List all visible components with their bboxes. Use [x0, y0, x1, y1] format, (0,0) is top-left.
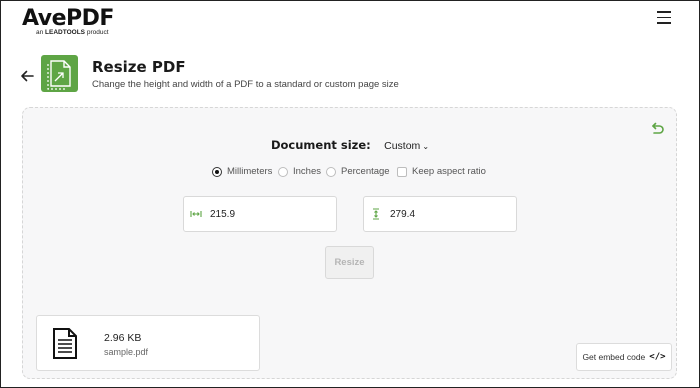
keep-aspect-ratio-option[interactable]: Keep aspect ratio [397, 166, 486, 177]
width-arrows-icon [190, 211, 202, 217]
radio-selected-icon[interactable] [212, 166, 222, 177]
document-icon [53, 328, 77, 359]
checkbox-icon[interactable] [397, 166, 407, 177]
keep-aspect-ratio-label: Keep aspect ratio [412, 166, 486, 177]
chevron-down-icon: ⌄ [422, 142, 430, 151]
resize-pdf-tool-icon [41, 55, 78, 92]
page-title: Resize PDF [92, 58, 186, 76]
document-size-label: Document size: [270, 138, 371, 152]
unit-label: Percentage [341, 166, 390, 177]
resize-button[interactable]: Resize [325, 246, 374, 279]
reset-icon[interactable] [649, 121, 665, 137]
embed-label: Get embed code [582, 352, 646, 362]
code-icon: </> [649, 352, 666, 362]
height-value: 279.4 [390, 208, 416, 220]
tagline-suffix: product [86, 29, 109, 36]
file-card[interactable]: 2.96 KB sample.pdf [36, 315, 260, 371]
back-arrow-icon[interactable] [19, 68, 35, 84]
page-description: Change the height and width of a PDF to … [92, 79, 399, 90]
document-size-select[interactable]: Custom ⌄ [384, 140, 429, 152]
tagline-brand: LEADTOOLS [45, 29, 86, 36]
unit-option-inches[interactable]: Inches [278, 166, 321, 177]
logo[interactable]: AvePDF [22, 6, 114, 31]
height-field[interactable]: 279.4 [363, 196, 517, 232]
get-embed-code-button[interactable]: Get embed code </> [576, 343, 672, 371]
width-value: 215.9 [210, 208, 236, 220]
unit-label: Inches [293, 166, 321, 177]
radio-icon[interactable] [278, 166, 288, 177]
unit-label: Millimeters [227, 166, 273, 177]
logo-tagline: an LEADTOOLS product [36, 29, 109, 36]
document-size-row: Document size: Custom ⌄ [0, 138, 700, 152]
radio-icon[interactable] [326, 166, 336, 177]
width-field[interactable]: 215.9 [183, 196, 337, 232]
document-size-value: Custom [384, 140, 421, 152]
unit-option-percentage[interactable]: Percentage [326, 166, 390, 177]
height-arrows-icon [373, 208, 379, 220]
hamburger-menu-icon[interactable] [657, 11, 671, 24]
unit-option-millimeters[interactable]: Millimeters [212, 166, 272, 177]
tagline-prefix: an [36, 29, 44, 36]
file-name: sample.pdf [104, 347, 149, 357]
file-size: 2.96 KB [104, 332, 142, 344]
